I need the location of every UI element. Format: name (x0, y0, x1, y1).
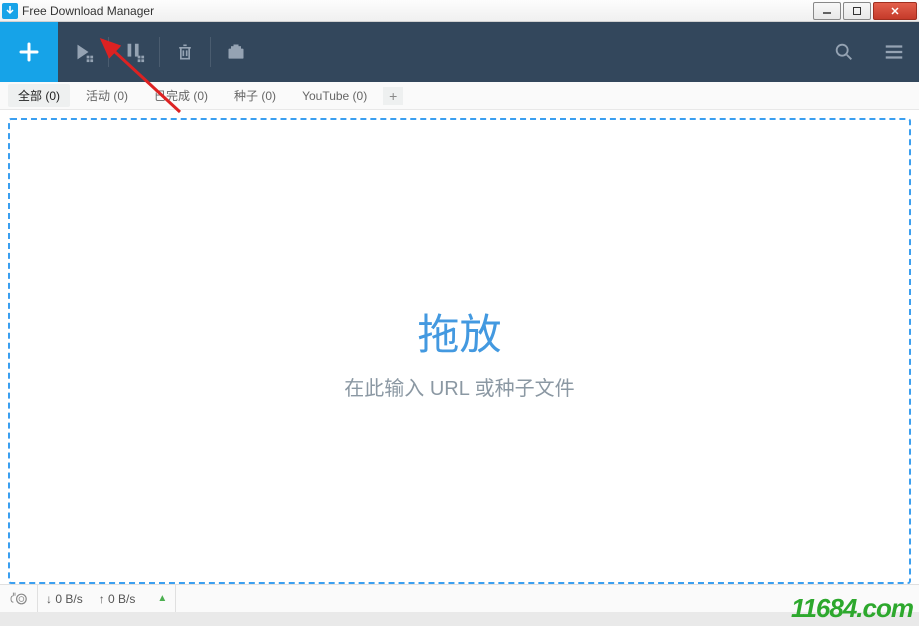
watermark: 11684.com (791, 593, 913, 624)
search-button[interactable] (819, 22, 869, 82)
titlebar: Free Download Manager (0, 0, 919, 22)
upload-speed: ↑ 0 B/s (99, 592, 136, 606)
dropzone-title: 拖放 (417, 301, 501, 362)
tab-torrents[interactable]: 种子 (0) (224, 84, 286, 107)
minimize-button[interactable] (813, 2, 841, 20)
download-speed: ↓ 0 B/s (46, 592, 83, 606)
bottom-edge (0, 612, 919, 626)
toolbar (0, 22, 919, 82)
tab-youtube[interactable]: YouTube (0) (292, 86, 377, 106)
open-folder-button[interactable] (211, 22, 261, 82)
tab-completed[interactable]: 已完成 (0) (144, 84, 218, 107)
speed-panel[interactable]: ↓ 0 B/s ↑ 0 B/s ▲ (38, 585, 176, 613)
window-controls (813, 2, 917, 20)
add-tab-button[interactable]: + (383, 87, 403, 105)
close-button[interactable] (873, 2, 917, 20)
window-title: Free Download Manager (22, 4, 154, 18)
delete-button[interactable] (160, 22, 210, 82)
dropzone-subtitle: 在此输入 URL 或种子文件 (344, 372, 574, 401)
expand-speed-icon[interactable]: ▲ (157, 593, 167, 604)
maximize-button[interactable] (843, 2, 871, 20)
statusbar: ↓ 0 B/s ↑ 0 B/s ▲ (0, 584, 919, 612)
tab-active[interactable]: 活动 (0) (76, 84, 138, 107)
start-all-button[interactable] (58, 22, 108, 82)
menu-button[interactable] (869, 22, 919, 82)
tab-all[interactable]: 全部 (0) (8, 84, 70, 107)
add-download-button[interactable] (0, 22, 58, 82)
pause-all-button[interactable] (109, 22, 159, 82)
app-icon (2, 3, 18, 19)
snail-mode-button[interactable] (0, 585, 38, 613)
filter-tabs: 全部 (0) 活动 (0) 已完成 (0) 种子 (0) YouTube (0)… (0, 82, 919, 110)
dropzone[interactable]: 拖放 在此输入 URL 或种子文件 (8, 118, 911, 584)
main-area: 拖放 在此输入 URL 或种子文件 (8, 118, 911, 584)
